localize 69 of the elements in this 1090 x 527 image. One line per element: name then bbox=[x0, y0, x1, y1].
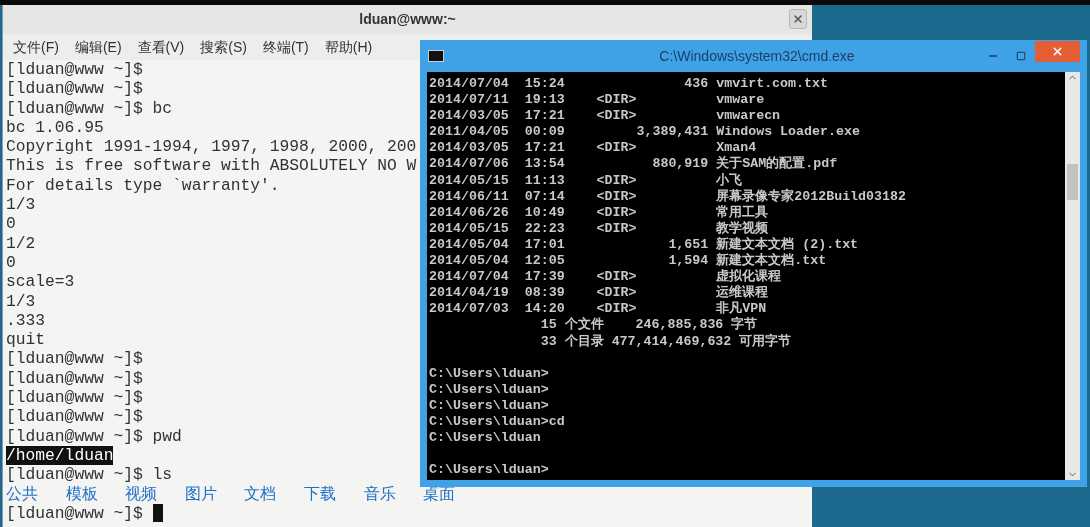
directory-name: 视频 bbox=[125, 484, 159, 504]
close-icon bbox=[1051, 44, 1064, 58]
console-line: 2014/07/04 17:39 <DIR> 虚拟化课程 bbox=[429, 269, 782, 285]
console-line: C:\Users\lduan>cd bbox=[429, 413, 565, 431]
terminal-line: [lduan@www ~]$ bbox=[6, 407, 143, 427]
terminal-line: [lduan@www ~]$ bbox=[6, 388, 143, 408]
terminal-line: Copyright 1991-1994, 1997, 1998, 2000, 200 bbox=[6, 137, 417, 157]
terminal-line: This is free software with ABSOLUTELY NO W bbox=[6, 156, 417, 176]
console-line: 2014/05/15 22:23 <DIR> 教学视频 bbox=[429, 220, 769, 237]
terminal-line: quit bbox=[6, 330, 46, 350]
console-line: 2014/06/11 07:14 <DIR> 屏幕录像专家2012Build03182 bbox=[429, 188, 906, 205]
terminal-line: [lduan@www ~]$ bbox=[6, 368, 143, 389]
terminal-line: [lduan@www ~]$ bbox=[6, 60, 143, 80]
console-line: 2014/07/06 13:54 880,919 关于SAM的配置.pdf bbox=[429, 156, 838, 173]
menu-item[interactable]: 终端(T) bbox=[262, 36, 309, 58]
console-line: 2014/07/03 14:20 <DIR> 非凡VPN bbox=[429, 301, 767, 317]
close-icon bbox=[792, 13, 804, 25]
terminal-line: 1/3 bbox=[6, 291, 36, 311]
console-line: 33 个目录 477,414,469,632 可用字节 bbox=[539, 333, 792, 350]
selected-terminal-text: /home/lduan bbox=[6, 445, 114, 466]
console-line: 2014/03/05 17:21 <DIR> vmwarecn bbox=[429, 108, 781, 125]
console-line: C:\Users\lduan> bbox=[429, 365, 549, 382]
directory-name: 桌面 bbox=[423, 484, 457, 504]
console-icon bbox=[428, 50, 444, 62]
terminal-line: [lduan@www ~]$ bbox=[6, 79, 143, 99]
menu-item[interactable]: 文件(F) bbox=[13, 36, 59, 58]
terminal-line: 1/3 bbox=[6, 195, 36, 215]
terminal-line: 1/2 bbox=[6, 233, 36, 253]
terminal-line: bc 1.06.95 bbox=[6, 117, 104, 138]
terminal-line: 0 bbox=[6, 214, 16, 234]
terminal-line: .333 bbox=[6, 310, 46, 331]
directory-name: 下载 bbox=[303, 484, 337, 504]
console-line: 2014/07/04 15:24 436 vmvirt.com.txt bbox=[429, 76, 828, 93]
directory-name: 图片 bbox=[184, 484, 218, 504]
console-line: 2014/03/05 17:21 <DIR> Xman4 bbox=[429, 140, 757, 156]
terminal-line: [lduan@www ~]$ pwd bbox=[6, 426, 182, 446]
console-line: 2014/04/19 08:39 <DIR> 运维课程 bbox=[429, 285, 769, 301]
maximize-icon bbox=[1016, 51, 1026, 61]
window-title: lduan@www:~ bbox=[359, 10, 456, 29]
scrollbar[interactable] bbox=[1065, 72, 1080, 480]
console-line: 2011/04/05 00:09 3,389,431 Windows Loader.exe bbox=[429, 124, 860, 141]
terminal-line: [lduan@www ~]$ bc bbox=[6, 98, 173, 118]
terminal-line: [lduan@www ~]$ bbox=[6, 349, 143, 369]
menu-item[interactable]: 搜索(S) bbox=[200, 36, 247, 58]
console-line: C:\Users\lduan bbox=[429, 430, 541, 447]
terminal-line: 0 bbox=[6, 252, 16, 273]
console-line: 2014/05/04 12:05 1,594 新建文本文档.txt bbox=[429, 253, 827, 269]
directory-name: 公共 bbox=[6, 484, 39, 504]
scroll-thumb[interactable] bbox=[1067, 164, 1078, 200]
console-line: C:\Users\lduan> bbox=[429, 462, 549, 479]
console-line: 2014/06/26 10:49 <DIR> 常用工具 bbox=[429, 204, 769, 221]
console-line: 2014/07/11 19:13 <DIR> vmware bbox=[429, 92, 765, 109]
console-line: C:\Users\lduan> bbox=[429, 397, 549, 414]
directory-name: 模板 bbox=[65, 484, 99, 504]
console-line: 2014/05/04 17:01 1,651 新建文本文档 (2).txt bbox=[429, 236, 859, 253]
terminal-line: scale=3 bbox=[6, 272, 75, 292]
console-line: C:\Users\lduan> bbox=[429, 381, 549, 398]
console-line: 2014/05/15 11:13 <DIR> 小飞 bbox=[429, 172, 743, 189]
directory-name: 文档 bbox=[244, 484, 278, 504]
terminal-line: For details type `warranty'. bbox=[6, 175, 280, 196]
terminal-prompt: [lduan@www ~]$ bbox=[6, 503, 143, 524]
close-button[interactable] bbox=[789, 9, 807, 29]
terminal-line: [lduan@www ~]$ ls bbox=[6, 465, 173, 485]
menu-item[interactable]: 查看(V) bbox=[137, 36, 185, 58]
console-line: 15 个文件 246,885,836 字节 bbox=[539, 317, 758, 334]
menu-item[interactable]: 帮助(H) bbox=[324, 36, 373, 58]
menu-item[interactable]: 编辑(E) bbox=[74, 36, 122, 58]
directory-name: 音乐 bbox=[363, 484, 397, 504]
window-title: C:\Windows\system32\cmd.exe bbox=[658, 46, 856, 66]
